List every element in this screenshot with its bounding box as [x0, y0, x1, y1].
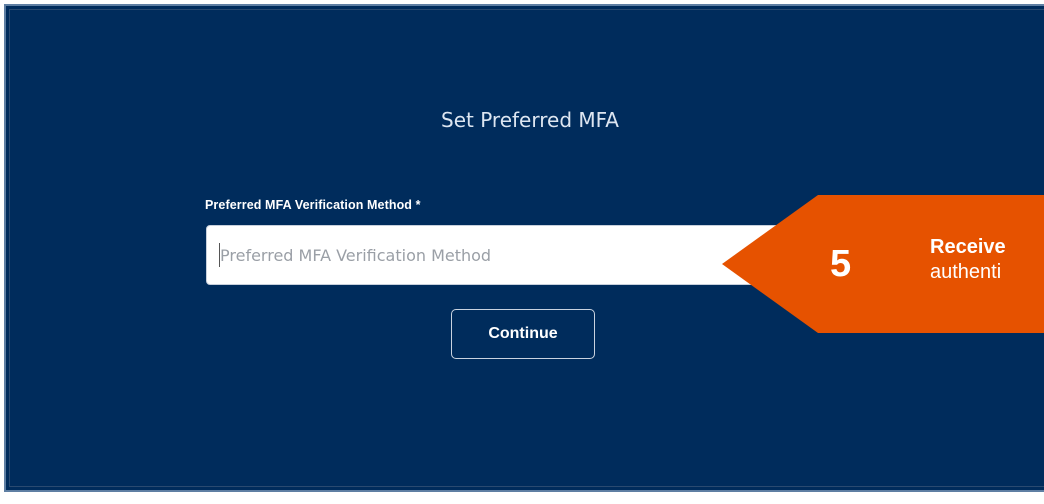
screenshot-frame: Set Preferred MFA Preferred MFA Verifica…: [0, 0, 1044, 504]
page-title: Set Preferred MFA: [441, 108, 619, 132]
step-callout: 5 Receive authenti: [722, 195, 1044, 333]
step-number: 5: [830, 243, 852, 285]
mfa-method-label: Preferred MFA Verification Method *: [205, 198, 421, 212]
callout-line-2: authenti: [930, 261, 1002, 283]
text-cursor: [219, 243, 220, 267]
callout-line-1: Receive: [930, 236, 1006, 258]
continue-button[interactable]: Continue: [451, 309, 595, 359]
callout-text: Receive authenti: [930, 235, 1044, 285]
